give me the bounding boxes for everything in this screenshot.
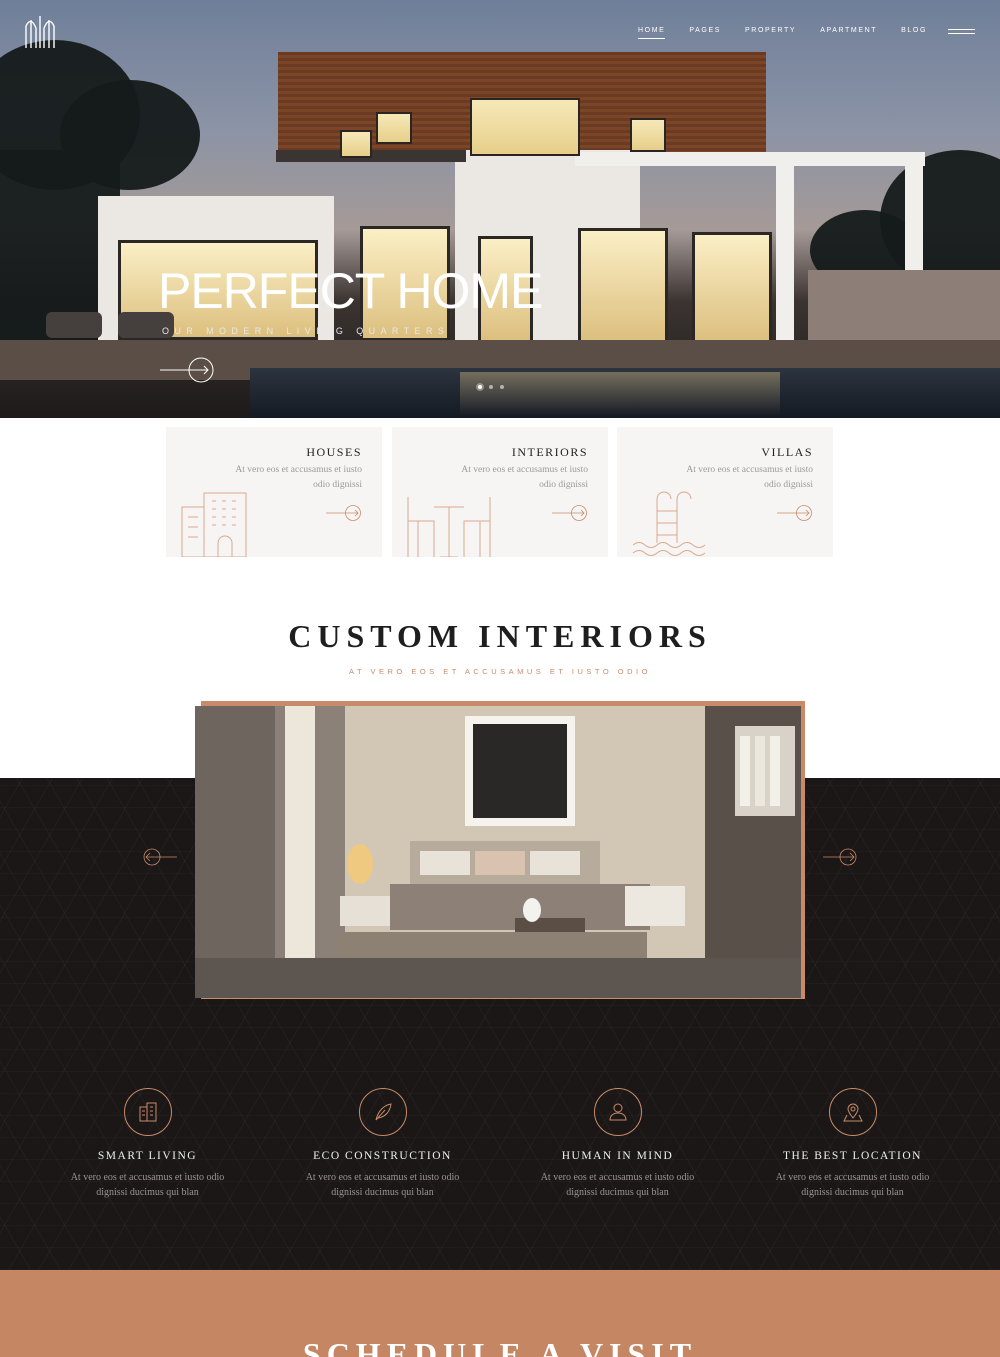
map-pin-icon [828,1088,877,1136]
category-card-villas[interactable]: VILLAS At vero eos et accusamus et iusto… [617,427,833,557]
smart-building-icon [123,1088,172,1136]
nav-item-pages[interactable]: PAGES [689,27,721,39]
feature-text: At vero eos et accusamus et iusto odio d… [305,1172,460,1198]
slider-dots [478,385,504,389]
nav-item-home[interactable]: HOME [638,27,666,39]
arrow-left-icon[interactable] [143,848,177,866]
slider-dot[interactable] [500,385,504,389]
hero-background [0,0,1000,418]
hamburger-icon[interactable] [948,29,975,35]
main-nav: HOME PAGES PROPERTY APARTMENT BLOG [638,27,927,39]
feature-human-in-mind: HUMAN IN MIND At vero eos et accusamus e… [500,1088,735,1200]
nav-item-blog[interactable]: BLOG [901,27,927,39]
pool-ladder-icon [632,491,706,556]
hero-title: PERFECT HOME [158,263,543,319]
feature-title: HUMAN IN MIND [561,1150,674,1162]
pool-reflection [460,372,780,416]
window [376,112,412,144]
feature-title: ECO CONSTRUCTION [313,1150,452,1162]
category-card-houses[interactable]: HOUSES At vero eos et accusamus et iusto… [166,427,382,557]
leaf-icon [358,1088,407,1136]
glass-wall [578,228,668,344]
card-title: HOUSES [306,445,362,459]
hero-section: HOME PAGES PROPERTY APARTMENT BLOG PERFE… [0,0,1000,418]
feature-text: At vero eos et accusamus et iusto odio d… [775,1172,930,1198]
hero-subtitle: OUR MODERN LIVING QUARTERS [162,326,450,336]
feature-eco-construction: ECO CONSTRUCTION At vero eos et accusamu… [265,1088,500,1200]
slider-dot[interactable] [489,385,493,389]
card-title: VILLAS [761,445,813,459]
table-chairs-icon [407,497,491,557]
schedule-title: SCHEDULE A VISIT [302,1336,698,1357]
window [470,98,580,156]
garden-wall [808,270,1000,340]
arrow-right-icon[interactable] [326,505,362,521]
slider-dot[interactable] [478,385,482,389]
deck-chair [46,312,102,338]
card-title: INTERIORS [511,445,588,459]
category-card-interiors[interactable]: INTERIORS At vero eos et accusamus et iu… [392,427,608,557]
section-subtitle: AT VERO EOS ET ACCUSAMUS ET IUSTO ODIO [349,667,651,676]
feature-best-location: THE BEST LOCATION At vero eos et accusam… [735,1088,970,1200]
pergola-post [776,165,794,345]
nav-item-apartment[interactable]: APARTMENT [820,27,877,39]
window [340,130,372,158]
bedroom-photo [195,706,801,998]
feature-text: At vero eos et accusamus et iusto odio d… [70,1172,225,1198]
feature-title: SMART LIVING [97,1150,198,1162]
feature-text: At vero eos et accusamus et iusto odio d… [540,1172,695,1198]
glass-wall [692,232,772,344]
person-icon [593,1088,642,1136]
section-title: CUSTOM INTERIORS [288,618,712,654]
arrow-right-icon[interactable] [823,848,857,866]
arrow-right-icon[interactable] [552,505,588,521]
arrow-right-icon[interactable] [777,505,813,521]
bedroom-illustration [195,706,801,998]
pergola-beam [575,152,925,166]
building-icon [181,492,247,557]
feature-smart-living: SMART LIVING At vero eos et accusamus et… [30,1088,265,1200]
feature-title: THE BEST LOCATION [782,1150,922,1162]
schedule-section: SCHEDULE A VISIT [0,1270,1000,1357]
arrow-right-circle-icon[interactable] [160,357,216,383]
nav-item-property[interactable]: PROPERTY [745,27,796,39]
window [630,118,666,152]
building-logo-icon[interactable] [22,14,58,50]
